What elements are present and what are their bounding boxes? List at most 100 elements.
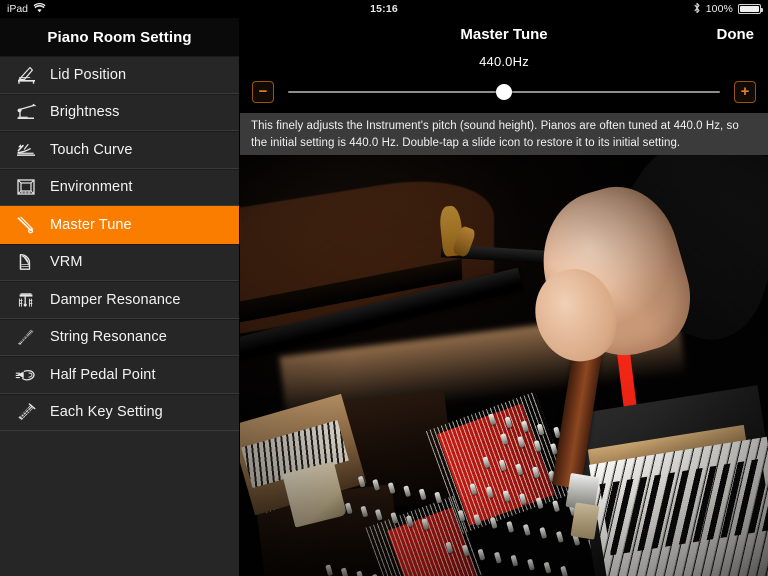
sidebar-item-half-pedal-point[interactable]: Half Pedal Point <box>0 356 239 394</box>
photo-tuning-pin <box>461 544 470 557</box>
increment-button[interactable]: + <box>734 81 756 103</box>
description-panel: This finely adjusts the Instrument's pit… <box>240 113 768 156</box>
sidebar-item-brightness[interactable]: Brightness <box>0 93 239 131</box>
photo-tuning-pin <box>527 558 535 571</box>
page-title: Piano Room Setting <box>47 28 192 46</box>
slider-thumb[interactable] <box>496 84 512 100</box>
photo-tuning-pin <box>372 479 381 492</box>
sidebar-item-vrm[interactable]: VRM <box>0 243 239 281</box>
tuning-fork-icon <box>10 207 44 243</box>
photo-tuning-pin <box>359 506 368 519</box>
photo-tuning-pin <box>433 492 442 505</box>
main-split-view: Piano Room Setting Lid Position Brightne… <box>0 18 768 576</box>
sidebar-item-master-tune[interactable]: Master Tune <box>0 206 239 244</box>
photo-tuning-pin <box>469 483 478 496</box>
detail-pane: Master Tune Done 440.0Hz − + This finely… <box>240 18 768 576</box>
sidebar-item-label: Master Tune <box>50 216 132 233</box>
photo-tuning-pin <box>504 416 513 429</box>
photo-tuning-pin <box>506 520 515 533</box>
status-bar-center: 15:16 <box>0 0 768 18</box>
photo-tuning-pin <box>519 493 527 506</box>
photo-tuning-pin <box>517 436 526 449</box>
sidebar-item-label: Lid Position <box>50 66 127 83</box>
nav-title: Master Tune <box>460 25 548 43</box>
photo-tuning-pin <box>356 571 365 576</box>
vrm-resonance-icon <box>10 245 44 281</box>
piano-tuning-photo <box>240 155 768 576</box>
plus-icon: + <box>740 82 750 100</box>
photo-tuning-pin <box>494 551 503 564</box>
battery-full-icon <box>738 4 763 14</box>
sidebar-item-damper-resonance[interactable]: Damper Resonance <box>0 281 239 319</box>
damper-resonance-icon <box>10 282 44 318</box>
clock: 15:16 <box>370 3 398 15</box>
navigation-bar: Master Tune Done <box>240 18 768 50</box>
touch-curve-icon <box>10 132 44 168</box>
photo-tuning-pin <box>515 463 524 476</box>
sidebar-item-lid-position[interactable]: Lid Position <box>0 56 239 94</box>
photo-tuning-pin <box>340 567 349 576</box>
slider-row: − + <box>240 78 768 106</box>
environment-room-icon <box>10 170 44 206</box>
sidebar-item-label: Damper Resonance <box>50 291 181 308</box>
photo-tuning-pin <box>537 423 545 436</box>
photo-tuning-pin <box>357 475 366 488</box>
sidebar-item-label: Each Key Setting <box>50 404 163 421</box>
brightness-lamp-icon <box>10 95 44 131</box>
sidebar-item-label: String Resonance <box>50 329 167 346</box>
ipad-app-window: iPad 15:16 100% Piano Room Setting Lid P… <box>0 0 768 576</box>
photo-tuning-pin <box>445 541 453 554</box>
sidebar-item-label: Brightness <box>50 104 120 121</box>
photo-tuning-pin <box>486 486 495 499</box>
photo-tuning-pin <box>533 439 542 452</box>
each-key-setting-icon <box>10 395 44 431</box>
photo-tuning-pin <box>482 456 491 469</box>
photo-tuning-pin <box>500 432 509 445</box>
sidebar-item-string-resonance[interactable]: String Resonance <box>0 318 239 356</box>
decrement-button[interactable]: − <box>252 81 274 103</box>
photo-tuning-pin <box>522 524 531 537</box>
status-bar: iPad 15:16 100% <box>0 0 768 18</box>
sidebar-item-label: Environment <box>50 179 133 196</box>
photo-tuning-pin <box>487 413 496 426</box>
master-tune-slider-block: 440.0Hz − + <box>240 50 768 113</box>
photo-tuning-pin <box>387 482 396 495</box>
photo-tuning-pin <box>555 531 564 544</box>
sidebar-item-touch-curve[interactable]: Touch Curve <box>0 131 239 169</box>
photo-tuning-pin <box>421 519 429 531</box>
bluetooth-icon <box>693 2 701 17</box>
photo-tuning-pin <box>531 466 540 479</box>
grand-piano-lid-icon <box>10 57 44 93</box>
sidebar-menu-list: Lid Position Brightness Touch Curve Envi… <box>0 56 239 576</box>
photo-tuning-pin <box>405 515 414 528</box>
photo-tuning-pin <box>418 488 427 501</box>
photo-tuning-pin <box>520 420 529 433</box>
photo-tuning-hammer-tip <box>570 502 600 540</box>
photo-tuning-pin <box>477 548 486 561</box>
sidebar-item-environment[interactable]: Environment <box>0 168 239 206</box>
photo-tuning-pin <box>457 510 466 523</box>
sidebar-item-label: Half Pedal Point <box>50 366 156 383</box>
photo-tuning-pin <box>510 555 519 568</box>
minus-icon: − <box>258 82 268 100</box>
photo-tuning-pin <box>539 527 548 540</box>
photo-tuning-pin <box>325 564 334 576</box>
battery-percent-label: 100% <box>705 3 733 15</box>
sidebar-item-label: VRM <box>50 254 83 271</box>
photo-tuning-pin <box>375 509 384 522</box>
half-pedal-point-icon <box>10 357 44 393</box>
photo-tuning-pin <box>535 497 544 510</box>
photo-tuning-pin <box>502 490 511 503</box>
sidebar-item-each-key-setting[interactable]: Each Key Setting <box>0 393 239 431</box>
photo-tuning-pin <box>473 513 482 526</box>
photo-tuning-pin <box>551 500 560 513</box>
status-bar-right: 100% <box>693 0 763 18</box>
photo-tuning-pin <box>403 485 411 498</box>
photo-tuning-pin <box>344 502 353 515</box>
sidebar-header: Piano Room Setting <box>0 18 239 56</box>
photo-tuning-pin <box>490 517 498 530</box>
done-button[interactable]: Done <box>717 26 755 43</box>
photo-tuning-pin <box>498 459 507 472</box>
slider-value-label: 440.0Hz <box>479 54 529 69</box>
slider-track-wrap[interactable] <box>288 81 720 103</box>
